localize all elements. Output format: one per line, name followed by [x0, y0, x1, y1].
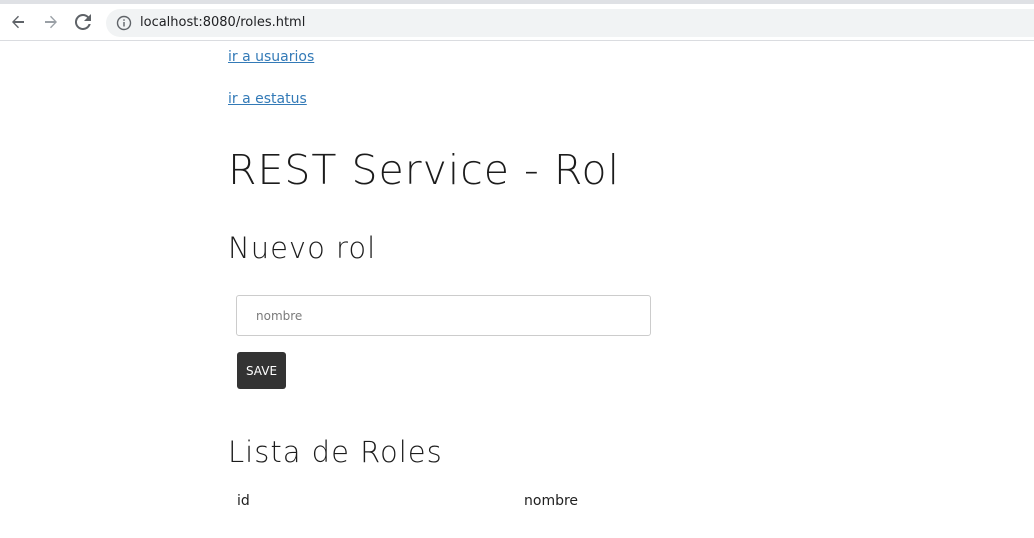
link-estatus[interactable]: ir a estatus [228, 91, 307, 107]
url-text[interactable]: localhost:8080/roles.html [140, 15, 305, 31]
browser-toolbar: localhost:8080/roles.html [0, 4, 1034, 41]
table-header-row: id nombre [228, 490, 928, 512]
forward-button[interactable] [38, 9, 64, 35]
save-button[interactable]: SAVE [237, 352, 286, 389]
reload-button[interactable] [70, 9, 96, 35]
info-icon[interactable] [116, 15, 132, 31]
roles-list-title: Lista de Roles [228, 435, 443, 469]
column-header-nombre: nombre [524, 493, 579, 509]
roles-table: id nombre [228, 490, 928, 512]
address-bar[interactable]: localhost:8080/roles.html [106, 9, 1034, 37]
column-header-id: id [237, 493, 250, 509]
forward-arrow-icon [45, 15, 57, 29]
reload-icon [75, 14, 91, 30]
page-title: REST Service - Rol [228, 146, 621, 194]
role-name-input[interactable] [236, 295, 651, 336]
back-arrow-icon [12, 15, 24, 29]
link-usuarios[interactable]: ir a usuarios [228, 49, 314, 65]
back-button[interactable] [5, 9, 31, 35]
new-role-title: Nuevo rol [228, 231, 377, 265]
